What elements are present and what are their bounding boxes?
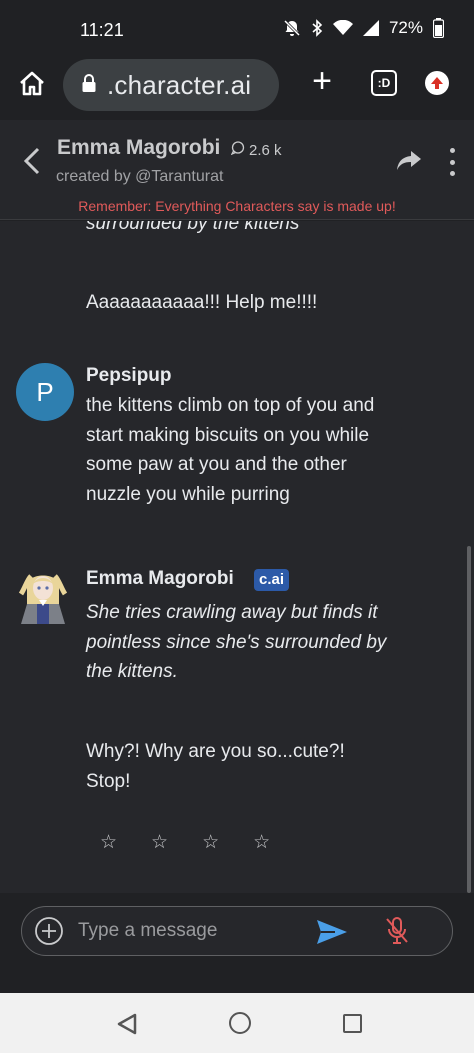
- back-arrow-icon[interactable]: [20, 146, 46, 176]
- user-message-text: the kittens climb on top of you and star…: [86, 395, 375, 505]
- send-icon[interactable]: [316, 918, 348, 946]
- created-by[interactable]: created by @Taranturat: [56, 168, 223, 186]
- update-icon[interactable]: [425, 71, 449, 95]
- bot-speech-text: Why?! Why are you so...cute?! Stop!: [86, 741, 345, 792]
- signal-icon: [362, 20, 379, 36]
- chat-messages[interactable]: surrounded by the kittens Aaaaaaaaaaa!!!…: [0, 221, 474, 893]
- add-plus-icon[interactable]: [34, 916, 64, 946]
- nav-recents-icon[interactable]: [343, 1014, 362, 1033]
- browser-toolbar: .character.ai + :D: [0, 56, 474, 120]
- chat-header: Emma Magorobi 2.6 k created by @Tarantur…: [0, 120, 474, 220]
- chat-count-value: 2.6 k: [249, 141, 282, 159]
- user-name: Pepsipup: [86, 365, 172, 386]
- character-sender-name: Emma Magorobi: [86, 568, 234, 589]
- character-name[interactable]: Emma Magorobi: [57, 136, 220, 160]
- share-icon[interactable]: [396, 150, 422, 172]
- cai-badge: c.ai: [254, 569, 290, 591]
- chat-scrollbar[interactable]: [467, 546, 471, 893]
- bot-action-text: She tries crawling away but finds it poi…: [86, 602, 387, 682]
- tab-switcher-icon[interactable]: :D: [371, 70, 397, 96]
- mute-bell-icon: [283, 19, 301, 37]
- battery-icon: [433, 18, 444, 38]
- nav-home-icon[interactable]: [229, 1012, 251, 1034]
- message-composer: [0, 893, 474, 993]
- message-input-container: [21, 906, 453, 956]
- wifi-icon: [332, 20, 353, 36]
- lock-icon: [81, 73, 97, 98]
- home-icon[interactable]: [16, 68, 48, 100]
- message-rating: ☆ ☆ ☆ ☆: [100, 831, 270, 854]
- message-text-partial: surrounded by the kittens: [86, 221, 300, 234]
- more-options-icon[interactable]: [446, 148, 458, 176]
- bot-message-text: Aaaaaaaaaaa!!! Help me!!!!: [86, 292, 318, 313]
- mic-off-icon[interactable]: [384, 916, 410, 946]
- battery-percent: 72%: [388, 18, 423, 37]
- system-nav-bar: [0, 993, 474, 1053]
- rating-star-3[interactable]: ☆: [202, 831, 219, 854]
- disclaimer-banner: Remember: Everything Characters say is m…: [78, 198, 396, 214]
- rating-star-2[interactable]: ☆: [151, 831, 168, 854]
- character-avatar[interactable]: [17, 564, 69, 624]
- bluetooth-icon: [311, 19, 323, 37]
- url-text: .character.ai: [107, 69, 252, 100]
- message-input[interactable]: [78, 907, 298, 955]
- chat-count: 2.6 k: [230, 141, 282, 159]
- nav-back-icon[interactable]: [116, 1013, 138, 1035]
- rating-star-4[interactable]: ☆: [253, 831, 270, 854]
- status-icons: 72%: [283, 18, 444, 38]
- chat-bubble-icon: [230, 141, 245, 159]
- new-tab-plus-icon[interactable]: +: [306, 64, 338, 98]
- user-avatar[interactable]: P: [16, 363, 74, 421]
- status-bar: 11:21 72%: [0, 0, 474, 56]
- status-time: 11:21: [80, 20, 124, 40]
- rating-star-1[interactable]: ☆: [100, 831, 117, 854]
- url-bar[interactable]: .character.ai: [63, 59, 279, 111]
